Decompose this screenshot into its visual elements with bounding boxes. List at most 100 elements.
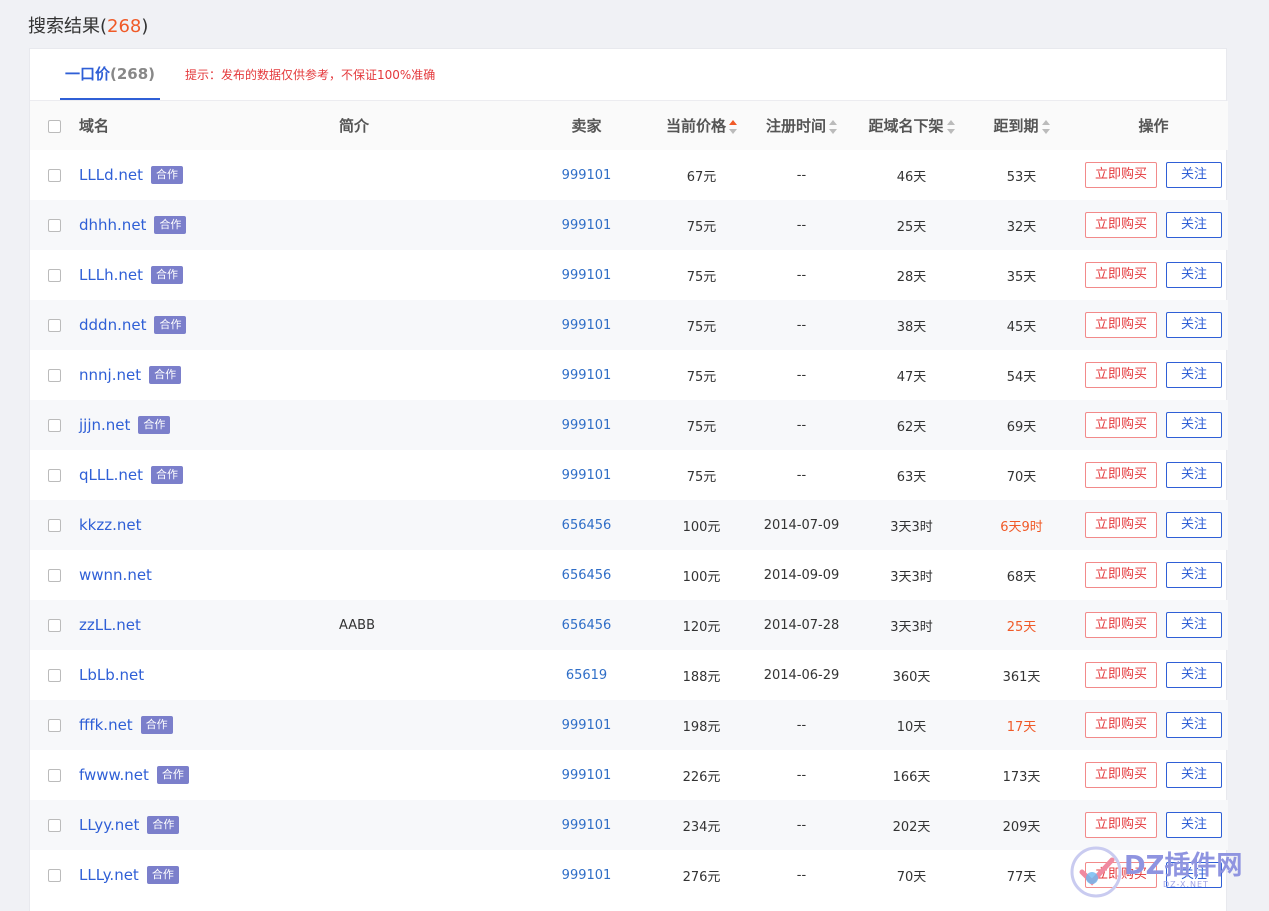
domain-link[interactable]: wwnn.net — [79, 566, 152, 584]
seller-link[interactable]: 999101 — [562, 318, 612, 333]
header-seller: 卖家 — [571, 117, 602, 135]
domain-link[interactable]: LLLy.net — [79, 866, 139, 884]
row-checkbox[interactable] — [48, 618, 61, 632]
follow-button[interactable]: 关注 — [1166, 762, 1222, 788]
domain-link[interactable]: zzLL.net — [79, 616, 141, 634]
action-cell: 立即购买 关注 — [1079, 650, 1228, 700]
follow-button[interactable]: 关注 — [1166, 862, 1222, 888]
row-checkbox[interactable] — [48, 668, 61, 682]
buy-now-button[interactable]: 立即购买 — [1085, 312, 1157, 338]
domain-link[interactable]: jjjn.net — [79, 416, 130, 434]
row-checkbox[interactable] — [48, 818, 61, 832]
domain-link[interactable]: kkzz.net — [79, 516, 142, 534]
buy-now-button[interactable]: 立即购买 — [1085, 662, 1157, 688]
buy-now-button[interactable]: 立即购买 — [1085, 462, 1157, 488]
row-checkbox[interactable] — [48, 718, 61, 732]
follow-button[interactable]: 关注 — [1166, 462, 1222, 488]
sort-asc-icon[interactable] — [729, 119, 737, 134]
price-cell: 75元 — [686, 369, 717, 385]
row-checkbox[interactable] — [48, 368, 61, 382]
sort-icon[interactable] — [946, 119, 955, 134]
seller-link[interactable]: 656456 — [562, 618, 612, 633]
buy-now-button[interactable]: 立即购买 — [1085, 412, 1157, 438]
row-checkbox[interactable] — [48, 468, 61, 482]
header-reg-time[interactable]: 注册时间 — [744, 101, 859, 150]
seller-link[interactable]: 999101 — [562, 468, 612, 483]
coop-badge: 合作 — [154, 216, 187, 234]
domain-link[interactable]: fffk.net — [79, 716, 133, 734]
follow-button[interactable]: 关注 — [1166, 812, 1222, 838]
seller-link[interactable]: 65619 — [566, 668, 607, 683]
seller-link[interactable]: 999101 — [562, 168, 612, 183]
seller-link[interactable]: 999101 — [562, 418, 612, 433]
buy-now-button[interactable]: 立即购买 — [1085, 162, 1157, 188]
row-checkbox[interactable] — [48, 568, 61, 582]
row-checkbox[interactable] — [48, 768, 61, 782]
row-checkbox[interactable] — [48, 518, 61, 532]
follow-button[interactable]: 关注 — [1166, 612, 1222, 638]
buy-now-button[interactable]: 立即购买 — [1085, 862, 1157, 888]
row-checkbox[interactable] — [48, 168, 61, 182]
seller-link[interactable]: 999101 — [562, 218, 612, 233]
coop-badge: 合作 — [147, 816, 180, 834]
tab-fixed-price[interactable]: 一口价 (268) — [60, 49, 161, 100]
domain-link[interactable]: dhhh.net — [79, 216, 146, 234]
seller-link[interactable]: 999101 — [562, 868, 612, 883]
expire-cell: 35天 — [1006, 269, 1037, 285]
buy-now-button[interactable]: 立即购买 — [1085, 362, 1157, 388]
buy-now-button[interactable]: 立即购买 — [1085, 762, 1157, 788]
domain-cell: zzLL.net — [79, 600, 339, 650]
buy-now-button[interactable]: 立即购买 — [1085, 512, 1157, 538]
buy-now-button[interactable]: 立即购买 — [1085, 812, 1157, 838]
select-all-checkbox[interactable] — [48, 119, 61, 133]
intro-cell — [339, 850, 514, 900]
follow-button[interactable]: 关注 — [1166, 512, 1222, 538]
seller-link[interactable]: 999101 — [562, 768, 612, 783]
header-price[interactable]: 当前价格 — [659, 101, 744, 150]
row-checkbox[interactable] — [48, 218, 61, 232]
domain-link[interactable]: fwww.net — [79, 766, 149, 784]
buy-now-button[interactable]: 立即购买 — [1085, 562, 1157, 588]
reg-time-cell: 2014-09-09 — [763, 567, 840, 583]
buy-now-button[interactable]: 立即购买 — [1085, 262, 1157, 288]
seller-link[interactable]: 999101 — [562, 718, 612, 733]
follow-button[interactable]: 关注 — [1166, 312, 1222, 338]
seller-cell: 999101 — [514, 400, 659, 450]
follow-button[interactable]: 关注 — [1166, 412, 1222, 438]
sort-icon[interactable] — [829, 119, 837, 134]
follow-button[interactable]: 关注 — [1166, 712, 1222, 738]
seller-link[interactable]: 656456 — [562, 568, 612, 583]
row-checkbox[interactable] — [48, 318, 61, 332]
row-checkbox[interactable] — [48, 268, 61, 282]
domain-link[interactable]: LLyy.net — [79, 816, 139, 834]
seller-cell: 656456 — [514, 500, 659, 550]
follow-button[interactable]: 关注 — [1166, 362, 1222, 388]
buy-now-button[interactable]: 立即购买 — [1085, 612, 1157, 638]
follow-button[interactable]: 关注 — [1166, 212, 1222, 238]
follow-button[interactable]: 关注 — [1166, 162, 1222, 188]
seller-link[interactable]: 656456 — [562, 518, 612, 533]
header-select-all[interactable] — [30, 101, 79, 150]
buy-now-button[interactable]: 立即购买 — [1085, 712, 1157, 738]
row-checkbox[interactable] — [48, 418, 61, 432]
domain-link[interactable]: nnnj.net — [79, 366, 141, 384]
follow-button[interactable]: 关注 — [1166, 562, 1222, 588]
domain-link[interactable]: dddn.net — [79, 316, 146, 334]
header-expire[interactable]: 距到期 — [964, 101, 1079, 150]
seller-link[interactable]: 999101 — [562, 818, 612, 833]
follow-button[interactable]: 关注 — [1166, 662, 1222, 688]
seller-link[interactable]: 999101 — [562, 268, 612, 283]
domain-link[interactable]: LLLd.net — [79, 166, 143, 184]
buy-now-button[interactable]: 立即购买 — [1085, 212, 1157, 238]
header-delist[interactable]: 距域名下架 — [859, 101, 964, 150]
follow-button[interactable]: 关注 — [1166, 262, 1222, 288]
table-row: dddn.net 合作 999101 75元 -- 38天 45天 立即购买 关注 — [30, 300, 1228, 350]
reg-time-cell: -- — [796, 467, 807, 483]
row-checkbox[interactable] — [48, 868, 61, 882]
action-cell: 立即购买 关注 — [1079, 700, 1228, 750]
domain-link[interactable]: LLLh.net — [79, 266, 143, 284]
seller-link[interactable]: 999101 — [562, 368, 612, 383]
sort-icon[interactable] — [1041, 119, 1050, 134]
domain-link[interactable]: LbLb.net — [79, 666, 144, 684]
domain-link[interactable]: qLLL.net — [79, 466, 143, 484]
